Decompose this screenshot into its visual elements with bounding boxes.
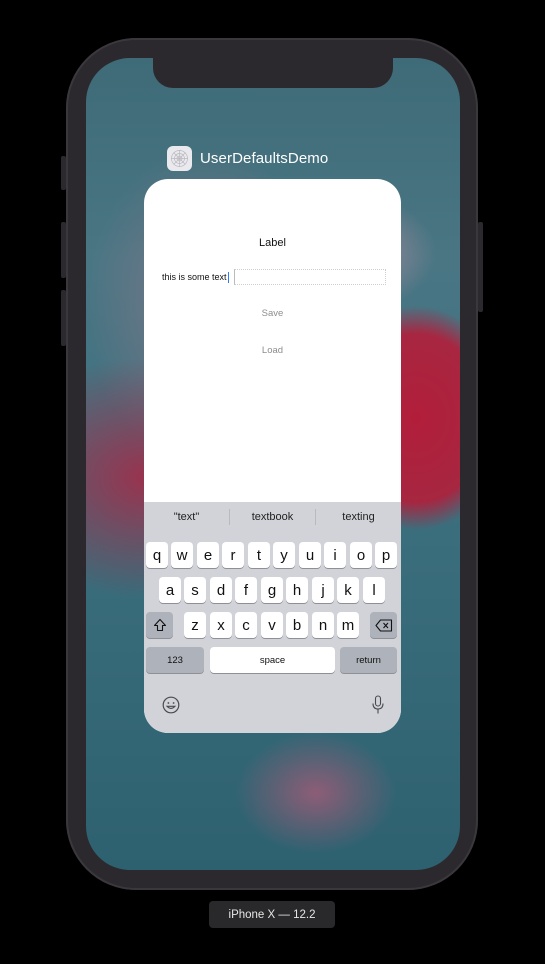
key-e[interactable]: e <box>197 542 219 568</box>
key-t[interactable]: t <box>248 542 270 568</box>
emoji-icon <box>162 696 180 714</box>
key-o[interactable]: o <box>350 542 372 568</box>
app-card[interactable]: Label this is some text Save Load "text"… <box>144 179 401 733</box>
key-h[interactable]: h <box>286 577 308 603</box>
key-n[interactable]: n <box>312 612 334 638</box>
key-q[interactable]: q <box>146 542 168 568</box>
text-input-border <box>234 269 386 285</box>
shift-key[interactable] <box>146 612 173 638</box>
prediction-3[interactable]: texting <box>316 511 401 523</box>
dictation-button[interactable] <box>367 694 389 716</box>
key-g[interactable]: g <box>261 577 283 603</box>
mute-switch <box>61 156 66 190</box>
load-button[interactable]: Load <box>144 345 401 356</box>
key-m[interactable]: m <box>337 612 359 638</box>
notch <box>153 58 393 88</box>
key-c[interactable]: c <box>235 612 257 638</box>
key-i[interactable]: i <box>324 542 346 568</box>
side-button <box>478 222 483 312</box>
key-v[interactable]: v <box>261 612 283 638</box>
delete-key[interactable] <box>370 612 397 638</box>
key-a[interactable]: a <box>159 577 181 603</box>
key-d[interactable]: d <box>210 577 232 603</box>
key-r[interactable]: r <box>222 542 244 568</box>
text-caret <box>227 271 229 283</box>
device-caption: iPhone X — 12.2 <box>209 901 335 928</box>
space-key[interactable]: space <box>210 647 335 673</box>
key-j[interactable]: j <box>312 577 334 603</box>
microphone-icon <box>372 695 384 714</box>
label-text: Label <box>259 237 286 249</box>
keyboard: "text" textbook texting q w e r t y u i … <box>144 502 401 733</box>
numbers-key[interactable]: 123 <box>146 647 204 673</box>
app-switcher-header[interactable]: UserDefaultsDemo <box>167 145 328 171</box>
key-k[interactable]: k <box>337 577 359 603</box>
prediction-1[interactable]: "text" <box>144 511 229 523</box>
save-button[interactable]: Save <box>144 308 401 319</box>
text-input-value: this is some text <box>162 272 227 282</box>
key-b[interactable]: b <box>286 612 308 638</box>
key-p[interactable]: p <box>375 542 397 568</box>
key-x[interactable]: x <box>210 612 232 638</box>
key-l[interactable]: l <box>363 577 385 603</box>
prediction-2[interactable]: textbook <box>230 511 315 523</box>
app-title: UserDefaultsDemo <box>200 149 329 167</box>
key-w[interactable]: w <box>171 542 193 568</box>
key-z[interactable]: z <box>184 612 206 638</box>
key-u[interactable]: u <box>299 542 321 568</box>
app-icon <box>167 145 192 171</box>
delete-icon <box>374 618 392 632</box>
key-y[interactable]: y <box>273 542 295 568</box>
key-f[interactable]: f <box>235 577 257 603</box>
volume-up-button <box>61 222 66 278</box>
emoji-button[interactable] <box>160 694 182 716</box>
shift-icon <box>153 618 166 632</box>
prediction-bar: "text" textbook texting <box>144 502 401 532</box>
return-key[interactable]: return <box>340 647 397 673</box>
volume-down-button <box>61 290 66 346</box>
text-input[interactable]: this is some text <box>162 267 386 287</box>
key-s[interactable]: s <box>184 577 206 603</box>
